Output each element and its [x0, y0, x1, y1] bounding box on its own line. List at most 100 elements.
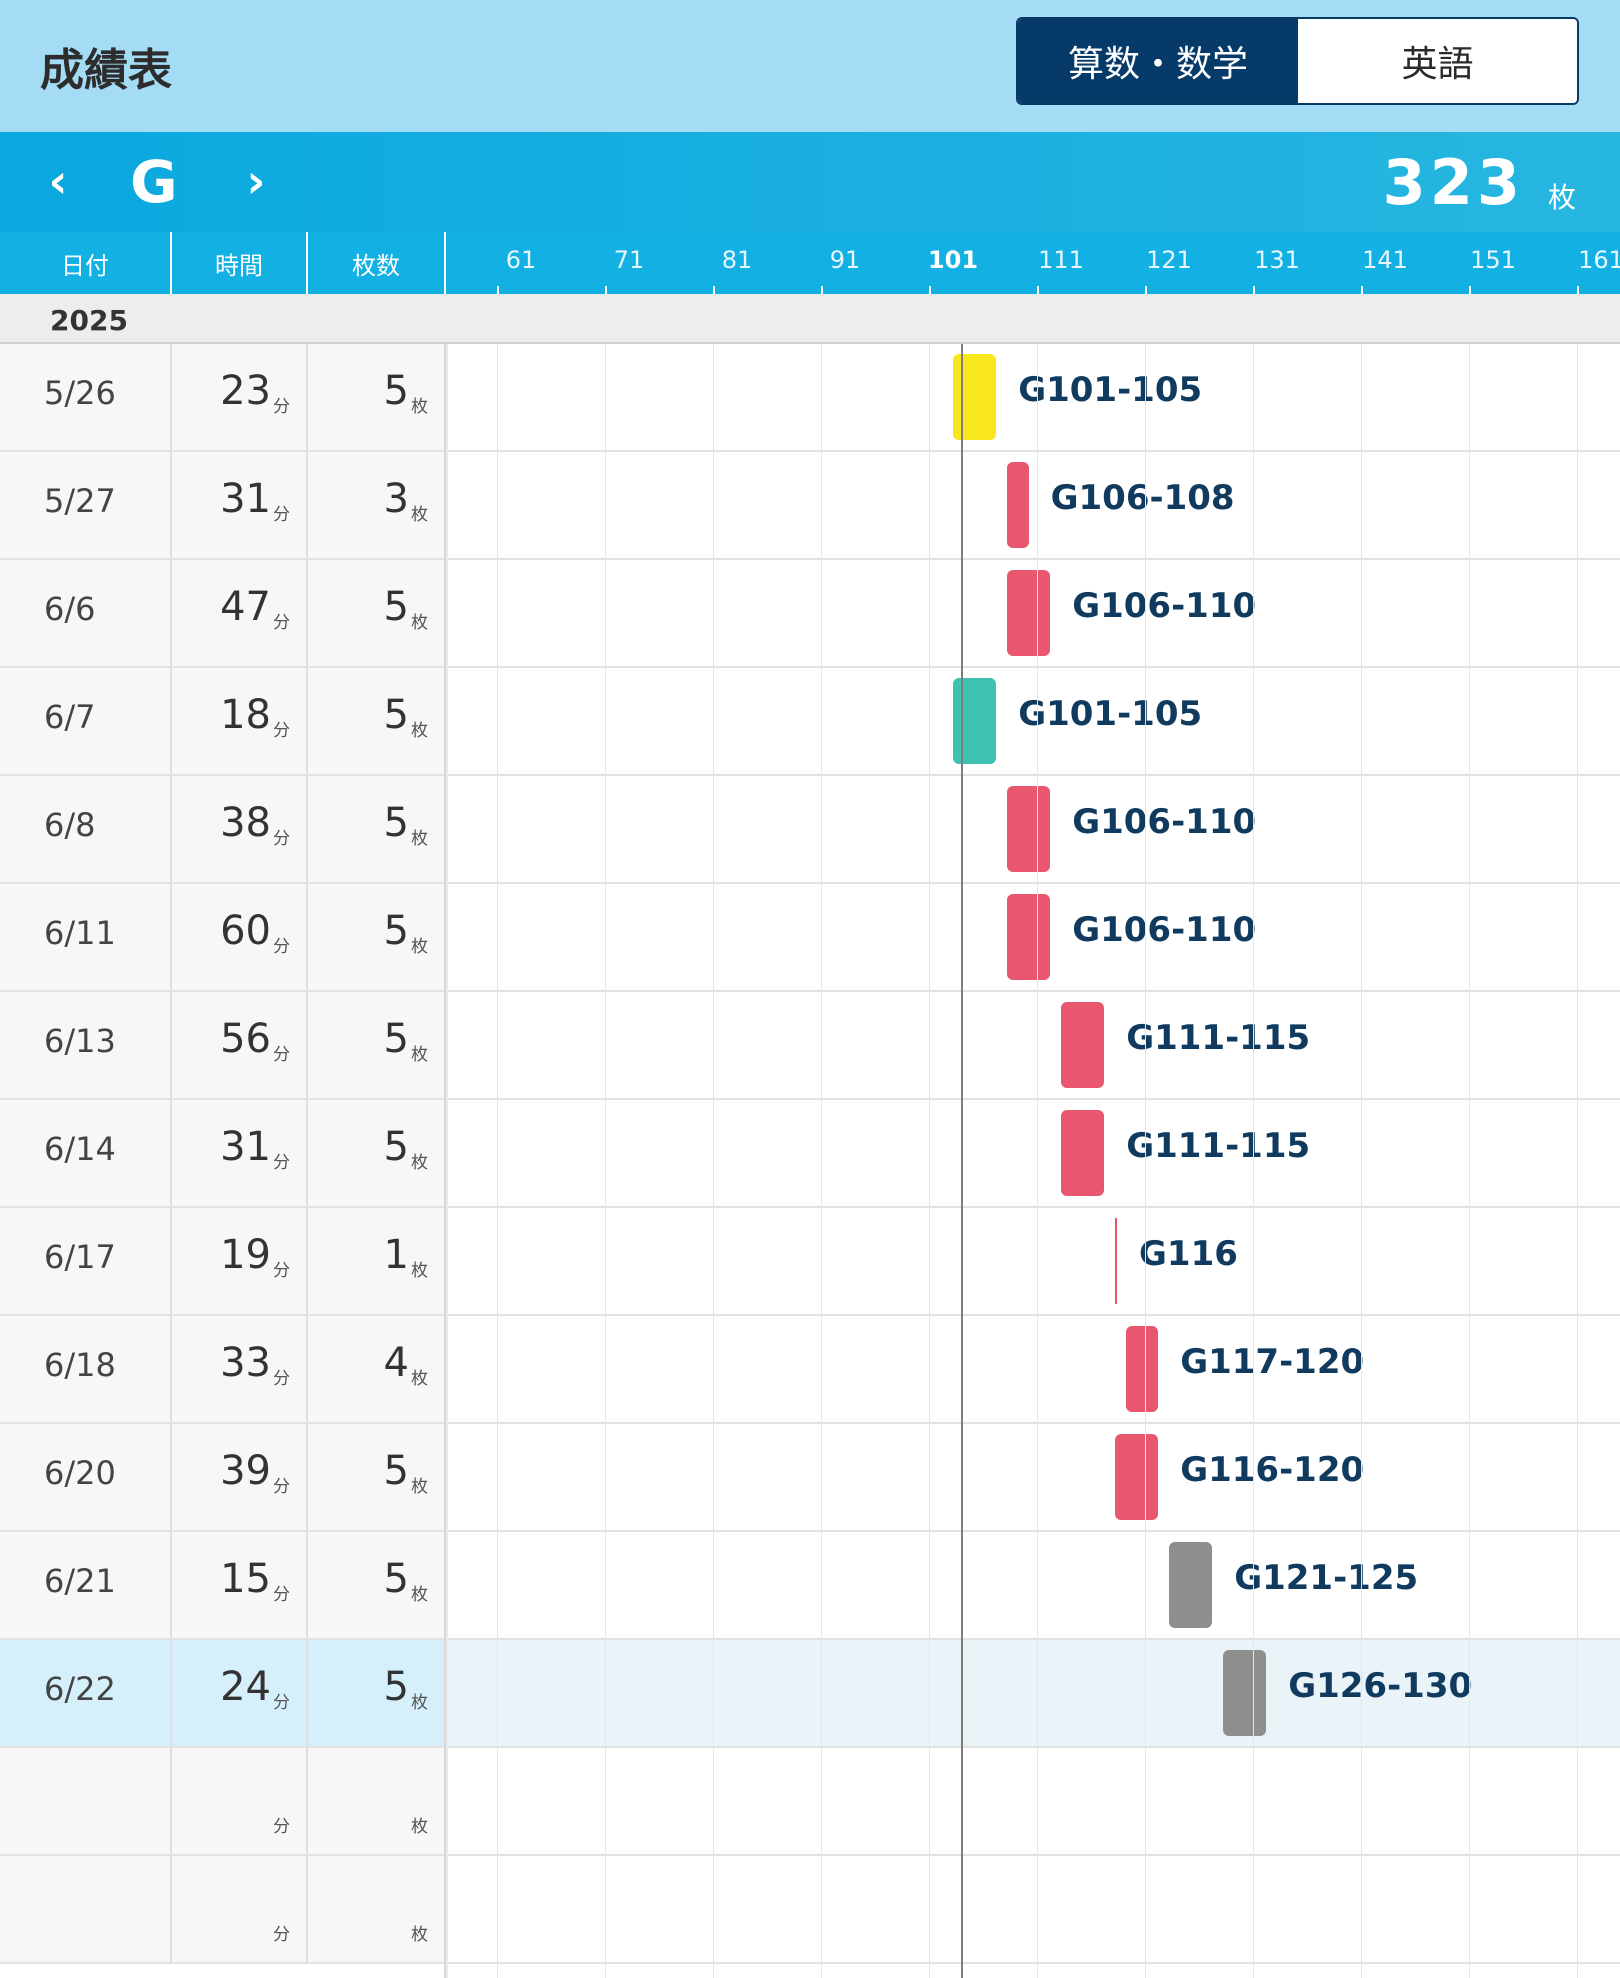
minutes-value: 31 分 — [220, 1124, 290, 1173]
minutes-number: 18 — [220, 692, 271, 738]
sheets-cell: 枚 — [308, 1856, 446, 1962]
prev-level-icon[interactable]: ‹ — [38, 154, 78, 208]
date-cell: 6/6 — [0, 560, 172, 666]
axis-tick-label: 101 — [927, 246, 979, 274]
progress-range-label: G101-105 — [1018, 694, 1203, 734]
date-cell: 5/26 — [0, 344, 172, 450]
date-cell: 6/22 — [0, 1640, 172, 1746]
progress-bar[interactable] — [1223, 1650, 1267, 1736]
sheets-number: 4 — [383, 1340, 409, 1386]
minutes-number: 47 — [220, 584, 271, 630]
level-nav-bar: ‹ G › 323 枚 — [0, 132, 1620, 232]
table-row[interactable]: 6/18 33 分 4 枚 G117-120 — [0, 1316, 1620, 1424]
minutes-number: 15 — [220, 1556, 271, 1602]
progress-range-label: G106-110 — [1072, 910, 1257, 950]
table-row[interactable]: 6/7 18 分 5 枚 G101-105 — [0, 668, 1620, 776]
date-value: 6/22 — [44, 1670, 116, 1708]
table-row[interactable]: 6/22 24 分 5 枚 G126-130 — [0, 1640, 1620, 1748]
table-row[interactable]: 5/26 23 分 5 枚 G101-105 — [0, 344, 1620, 452]
grid-line — [605, 344, 606, 1978]
sheets-number: 5 — [383, 908, 409, 954]
date-value: 5/27 — [44, 482, 116, 520]
progress-bar[interactable] — [1007, 894, 1051, 980]
date-value: 6/7 — [44, 698, 96, 736]
sheets-cell: 5枚 — [308, 1100, 446, 1206]
sheets-unit: 枚 — [411, 829, 428, 849]
year-row: 2025 — [0, 294, 1620, 344]
table-row[interactable]: 6/8 38 分 5 枚 G106-110 — [0, 776, 1620, 884]
minutes-number: 60 — [220, 908, 271, 954]
minutes-number: 19 — [220, 1232, 271, 1278]
progress-chart-cell — [446, 1856, 1620, 1962]
table-row[interactable]: 6/14 31 分 5 枚 G111-115 — [0, 1100, 1620, 1208]
progress-chart-cell: G117-120 — [446, 1316, 1620, 1422]
progress-chart-cell: G111-115 — [446, 1100, 1620, 1206]
progress-bar[interactable] — [1007, 786, 1051, 872]
progress-bar[interactable] — [1125, 1326, 1159, 1412]
progress-bar[interactable] — [1169, 1542, 1213, 1628]
table-row[interactable]: 6/11 60 分 5 枚 G106-110 — [0, 884, 1620, 992]
axis-tick-label: 61 — [505, 246, 537, 274]
next-level-icon[interactable]: › — [236, 154, 276, 208]
date-value: 6/20 — [44, 1454, 116, 1492]
sheets-value: 5枚 — [384, 1448, 428, 1497]
time-cell: 56 分 — [172, 992, 308, 1098]
subject-tab-math[interactable]: 算数・数学 — [1018, 19, 1298, 103]
sheets-value: 4枚 — [384, 1340, 428, 1389]
table-row[interactable]: 5/27 31 分 3 枚 G106-108 — [0, 452, 1620, 560]
total-sheet-count: 323 — [1382, 146, 1524, 219]
progress-bar[interactable] — [1115, 1218, 1117, 1304]
sheets-value: 5枚 — [384, 800, 428, 849]
axis-tick-mark — [1253, 286, 1255, 294]
date-cell: 5/27 — [0, 452, 172, 558]
subject-tab-english[interactable]: 英語 — [1298, 19, 1577, 103]
progress-bar[interactable] — [953, 678, 997, 764]
progress-bar[interactable] — [953, 354, 997, 440]
sheets-cell: 枚 — [308, 1748, 446, 1854]
sheets-number: 5 — [383, 1664, 409, 1710]
sheets-value: 5枚 — [384, 908, 428, 957]
axis-tick-label: 81 — [721, 246, 753, 274]
grid-line — [1253, 344, 1254, 1978]
minutes-number: 39 — [220, 1448, 271, 1494]
date-value: 6/17 — [44, 1238, 116, 1276]
sheets-value: 5枚 — [384, 692, 428, 741]
axis-tick-label: 141 — [1362, 246, 1408, 274]
table-row[interactable]: 6/13 56 分 5 枚 G111-115 — [0, 992, 1620, 1100]
sheets-unit: 枚 — [411, 1045, 428, 1065]
sheets-unit: 枚 — [411, 721, 428, 741]
column-time: 時間 — [172, 232, 308, 294]
progress-bar[interactable] — [1115, 1434, 1159, 1520]
sheets-cell: 1枚 — [308, 1208, 446, 1314]
time-cell: 18 分 — [172, 668, 308, 774]
progress-bar[interactable] — [1061, 1002, 1105, 1088]
table-row[interactable]: 6/20 39 分 5 枚 G116-120 — [0, 1424, 1620, 1532]
axis-tick-label: 161 — [1578, 246, 1620, 274]
table-row[interactable]: 6/6 47 分 5 枚 G106-110 — [0, 560, 1620, 668]
sheets-number: 5 — [383, 800, 409, 846]
table-row[interactable]: 分枚 — [0, 1748, 1620, 1856]
progress-bar[interactable] — [1007, 462, 1029, 548]
table-row[interactable]: 分枚 — [0, 1856, 1620, 1964]
date-value: 6/8 — [44, 806, 96, 844]
date-value: 6/14 — [44, 1130, 116, 1168]
axis-tick-label: 131 — [1254, 246, 1300, 274]
axis-tick-label: 111 — [1038, 246, 1084, 274]
minutes-unit: 分 — [273, 1693, 290, 1713]
time-cell: 31 分 — [172, 452, 308, 558]
date-cell: 6/14 — [0, 1100, 172, 1206]
table-row[interactable]: 6/21 15 分 5 枚 G121-125 — [0, 1532, 1620, 1640]
table-row[interactable]: 6/17 19 分 1 枚 G116 — [0, 1208, 1620, 1316]
progress-range-label: G111-115 — [1126, 1018, 1311, 1058]
sheets-unit: 枚 — [411, 1585, 428, 1605]
minutes-value: 60 分 — [220, 908, 290, 957]
progress-bar[interactable] — [1061, 1110, 1105, 1196]
axis-tick-mark — [497, 286, 499, 294]
minutes-number: 24 — [220, 1664, 271, 1710]
sheets-cell: 5枚 — [308, 560, 446, 666]
minutes-unit: 分 — [273, 1261, 290, 1281]
progress-range-label: G116 — [1139, 1234, 1238, 1274]
sheets-unit: 枚 — [411, 613, 428, 633]
progress-bar[interactable] — [1007, 570, 1051, 656]
date-value: 5/26 — [44, 374, 116, 412]
